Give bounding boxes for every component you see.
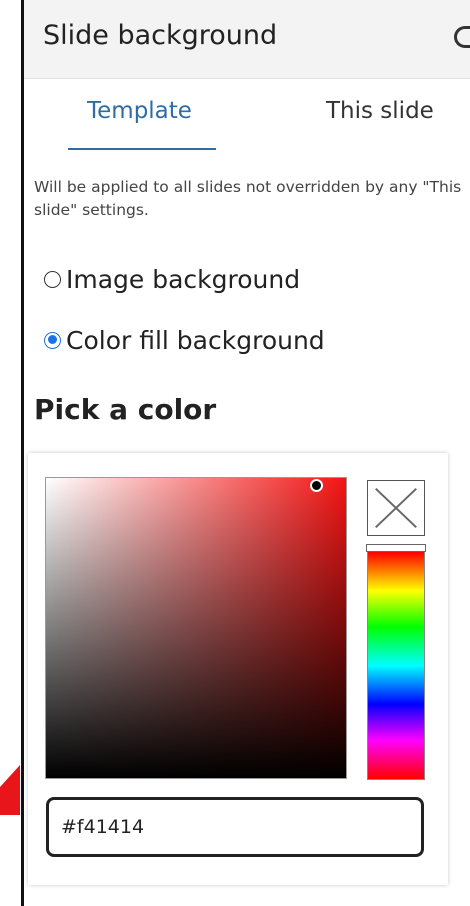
- panel-header: Slide background: [24, 0, 470, 79]
- radio-label: Image background: [66, 264, 301, 294]
- clear-color-button[interactable]: [367, 480, 425, 536]
- slide-background-panel: Slide background Template This slide Wil…: [24, 0, 470, 906]
- tab-bar: Template This slide: [24, 78, 470, 150]
- x-icon: [375, 488, 417, 528]
- saturation-handle[interactable]: [310, 479, 323, 492]
- tab-this-slide[interactable]: This slide: [326, 98, 434, 124]
- tab-template[interactable]: Template: [87, 98, 192, 124]
- hue-handle[interactable]: [366, 544, 426, 552]
- color-picker: [28, 453, 448, 885]
- template-description: Will be applied to all slides not overri…: [34, 178, 462, 219]
- radio-unchecked-icon[interactable]: [44, 270, 61, 288]
- close-icon[interactable]: [454, 26, 470, 48]
- panel-title: Slide background: [43, 20, 278, 51]
- radio-label: Color fill background: [66, 325, 325, 355]
- radio-image-background[interactable]: Image background: [44, 262, 300, 296]
- radio-dot: [47, 335, 57, 344]
- saturation-value-area[interactable]: [45, 477, 347, 779]
- radio-color-fill-background[interactable]: Color fill background: [44, 323, 325, 357]
- hex-color-input[interactable]: [46, 797, 424, 857]
- radio-checked-icon[interactable]: [44, 331, 61, 349]
- annotation-arrow: [0, 765, 20, 815]
- pick-color-heading: Pick a color: [34, 393, 217, 426]
- hue-slider[interactable]: [367, 551, 425, 780]
- active-tab-indicator: [68, 148, 216, 150]
